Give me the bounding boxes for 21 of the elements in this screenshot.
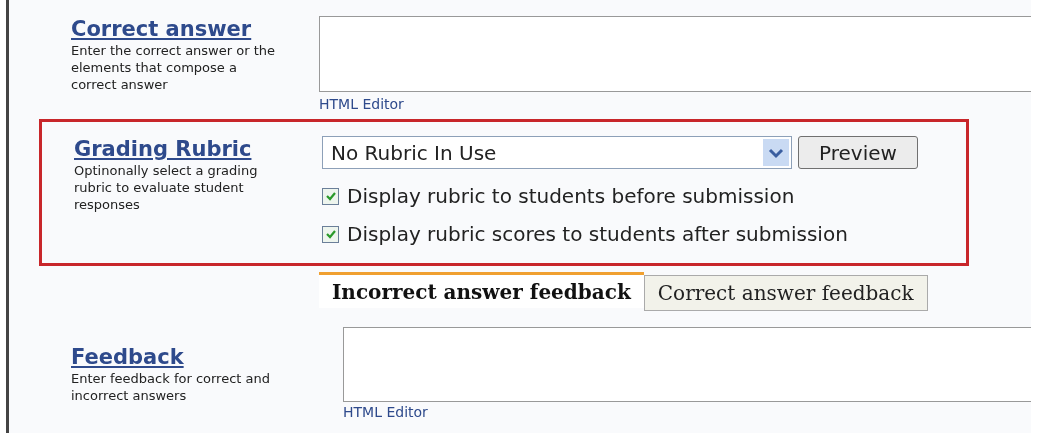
rubric-select[interactable]: No Rubric In Use bbox=[322, 136, 792, 169]
section-title-link[interactable]: Feedback bbox=[71, 344, 184, 370]
section-description: Enter feedback for correct and incorrect answers bbox=[71, 370, 271, 404]
feedback-tab[interactable]: Incorrect answer feedback bbox=[319, 272, 644, 308]
checkbox-label: Display rubric to students before submission bbox=[347, 183, 795, 210]
checkbox-label: Display rubric scores to students after submission bbox=[347, 221, 848, 248]
check-icon bbox=[324, 190, 337, 202]
section-title-link[interactable]: Grading Rubric bbox=[74, 136, 252, 162]
preview-button[interactable]: Preview bbox=[798, 136, 918, 169]
section-description: Optinonally select a grading rubric to evaluate student responses bbox=[74, 162, 259, 213]
feedback-text-area[interactable] bbox=[343, 327, 1031, 402]
feedback-tab[interactable]: Correct answer feedback bbox=[643, 275, 928, 311]
section-description: Enter the correct answer or the elements that compose a correct answer bbox=[71, 42, 276, 93]
chevron-down-icon bbox=[763, 139, 789, 166]
html-editor-link[interactable]: HTML Editor bbox=[343, 402, 428, 423]
checkbox[interactable] bbox=[322, 187, 339, 205]
html-editor-link[interactable]: HTML Editor bbox=[319, 94, 404, 115]
answer-text-area[interactable] bbox=[319, 16, 1031, 92]
section-title-link[interactable]: Correct answer bbox=[71, 16, 252, 42]
checkbox[interactable] bbox=[322, 225, 339, 243]
check-icon bbox=[324, 228, 337, 240]
